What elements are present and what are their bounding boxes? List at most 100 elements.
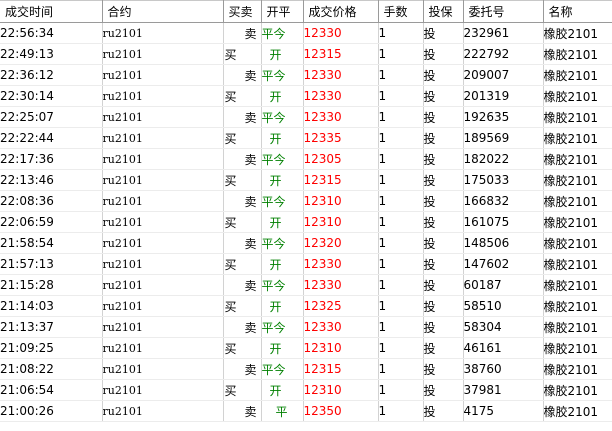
table-row[interactable]: 22:06:59 ru2101 买 开 12310 1 投 161075 橡胶2101 <box>0 211 612 233</box>
lot-count: 1 <box>378 253 424 275</box>
buy-sell: 卖 <box>223 400 262 422</box>
trade-table: 成交时间 合约 买卖 开平 成交价格 手数 投保 委托号 名称 22:56:34… <box>0 0 612 422</box>
table-row[interactable]: 21:15:28 ru2101 卖平今 12330 1 投 60187 橡胶2101 <box>0 274 612 296</box>
lot-count: 1 <box>378 316 424 338</box>
contract-code: ru2101 <box>102 43 224 65</box>
table-row[interactable]: 22:17:36 ru2101 卖平今 12305 1 投 182022 橡胶2101 <box>0 148 612 170</box>
buy-sell-label: 买 <box>224 47 237 62</box>
trade-time: 21:00:26 <box>0 400 103 422</box>
instrument-name: 橡胶2101 <box>543 190 612 212</box>
table-row[interactable]: 22:08:36 ru2101 卖平今 12310 1 投 166832 橡胶2101 <box>0 190 612 212</box>
lot-count: 1 <box>378 22 424 44</box>
order-id: 38760 <box>463 358 544 380</box>
order-id: 192635 <box>463 106 544 128</box>
buy-sell: 卖 <box>223 148 262 170</box>
lot-count: 1 <box>378 190 424 212</box>
col-header-qty[interactable]: 手数 <box>378 0 424 23</box>
buy-sell-label: 卖 <box>244 68 257 83</box>
table-row[interactable]: 22:13:46 ru2101 买 开 12315 1 投 175033 橡胶2101 <box>0 169 612 191</box>
trade-time: 21:57:13 <box>0 253 103 275</box>
instrument-name: 橡胶2101 <box>543 316 612 338</box>
trade-price: 12335 <box>303 127 379 149</box>
buy-sell-label: 卖 <box>244 152 257 167</box>
table-row[interactable]: 22:56:34 ru2101 卖平今 12330 1 投 232961 橡胶2101 <box>0 22 612 44</box>
table-row[interactable]: 22:49:13 ru2101 买 开 12315 1 投 222792 橡胶2101 <box>0 43 612 65</box>
trade-price: 12325 <box>303 295 379 317</box>
col-header-order-id[interactable]: 委托号 <box>463 0 544 23</box>
hedge-flag: 投 <box>423 379 464 401</box>
lot-count: 1 <box>378 85 424 107</box>
table-row[interactable]: 22:25:07 ru2101 卖平今 12330 1 投 192635 橡胶2101 <box>0 106 612 128</box>
lot-count: 1 <box>378 379 424 401</box>
trade-price: 12310 <box>303 211 379 233</box>
trade-price: 12310 <box>303 337 379 359</box>
lot-count: 1 <box>378 232 424 254</box>
table-row[interactable]: 21:09:25 ru2101 买 开 12310 1 投 46161 橡胶2101 <box>0 337 612 359</box>
instrument-name: 橡胶2101 <box>543 295 612 317</box>
trade-price: 12310 <box>303 190 379 212</box>
table-row[interactable]: 21:06:54 ru2101 买 开 12310 1 投 37981 橡胶2101 <box>0 379 612 401</box>
hedge-flag: 投 <box>423 127 464 149</box>
order-id: 182022 <box>463 148 544 170</box>
instrument-name: 橡胶2101 <box>543 211 612 233</box>
buy-sell: 买 <box>223 85 262 107</box>
lot-count: 1 <box>378 64 424 86</box>
lot-count: 1 <box>378 127 424 149</box>
trade-time: 22:08:36 <box>0 190 103 212</box>
trade-time: 22:56:34 <box>0 22 103 44</box>
trade-price: 12315 <box>303 43 379 65</box>
open-close: 开 <box>261 169 304 191</box>
table-row[interactable]: 22:36:12 ru2101 卖平今 12330 1 投 209007 橡胶2101 <box>0 64 612 86</box>
hedge-flag: 投 <box>423 22 464 44</box>
buy-sell: 买 <box>223 211 262 233</box>
buy-sell: 卖 <box>223 232 262 254</box>
order-id: 58304 <box>463 316 544 338</box>
table-row[interactable]: 22:22:44 ru2101 买 开 12335 1 投 189569 橡胶2101 <box>0 127 612 149</box>
contract-code: ru2101 <box>102 253 224 275</box>
table-row[interactable]: 21:14:03 ru2101 买 开 12325 1 投 58510 橡胶2101 <box>0 295 612 317</box>
col-header-hedge[interactable]: 投保 <box>423 0 464 23</box>
open-close: 平今 <box>261 190 304 212</box>
table-row[interactable]: 21:00:26 ru2101 卖平 12350 1 投 4175 橡胶2101 <box>0 400 612 422</box>
header-row: 成交时间 合约 买卖 开平 成交价格 手数 投保 委托号 名称 <box>0 0 612 23</box>
instrument-name: 橡胶2101 <box>543 253 612 275</box>
open-close: 平今 <box>261 64 304 86</box>
trade-price: 12330 <box>303 274 379 296</box>
contract-code: ru2101 <box>102 358 224 380</box>
col-header-time[interactable]: 成交时间 <box>0 0 103 23</box>
buy-sell-label: 卖 <box>244 236 257 251</box>
order-id: 4175 <box>463 400 544 422</box>
hedge-flag: 投 <box>423 43 464 65</box>
col-header-side[interactable]: 买卖 <box>223 0 262 23</box>
buy-sell: 卖 <box>223 316 262 338</box>
hedge-flag: 投 <box>423 148 464 170</box>
lot-count: 1 <box>378 169 424 191</box>
col-header-contract[interactable]: 合约 <box>102 0 224 23</box>
col-header-name[interactable]: 名称 <box>543 0 612 23</box>
table-row[interactable]: 22:30:14 ru2101 买 开 12330 1 投 201319 橡胶2101 <box>0 85 612 107</box>
col-header-price[interactable]: 成交价格 <box>303 0 379 23</box>
lot-count: 1 <box>378 337 424 359</box>
instrument-name: 橡胶2101 <box>543 232 612 254</box>
col-header-open-close[interactable]: 开平 <box>261 0 304 23</box>
open-close: 平今 <box>261 148 304 170</box>
lot-count: 1 <box>378 43 424 65</box>
open-close: 平今 <box>261 358 304 380</box>
instrument-name: 橡胶2101 <box>543 127 612 149</box>
instrument-name: 橡胶2101 <box>543 43 612 65</box>
open-close: 开 <box>261 211 304 233</box>
instrument-name: 橡胶2101 <box>543 85 612 107</box>
order-id: 147602 <box>463 253 544 275</box>
table-row[interactable]: 21:13:37 ru2101 卖平今 12330 1 投 58304 橡胶2101 <box>0 316 612 338</box>
buy-sell-label: 买 <box>224 131 237 146</box>
lot-count: 1 <box>378 274 424 296</box>
table-row[interactable]: 21:57:13 ru2101 买 开 12330 1 投 147602 橡胶2101 <box>0 253 612 275</box>
table-row[interactable]: 21:08:22 ru2101 卖平今 12315 1 投 38760 橡胶2101 <box>0 358 612 380</box>
open-close: 开 <box>261 85 304 107</box>
trade-rows: 22:56:34 ru2101 卖平今 12330 1 投 232961 橡胶2101 22:4… <box>0 22 612 422</box>
order-id: 161075 <box>463 211 544 233</box>
order-id: 60187 <box>463 274 544 296</box>
hedge-flag: 投 <box>423 316 464 338</box>
hedge-flag: 投 <box>423 400 464 422</box>
table-row[interactable]: 21:58:54 ru2101 卖平今 12320 1 投 148506 橡胶2101 <box>0 232 612 254</box>
